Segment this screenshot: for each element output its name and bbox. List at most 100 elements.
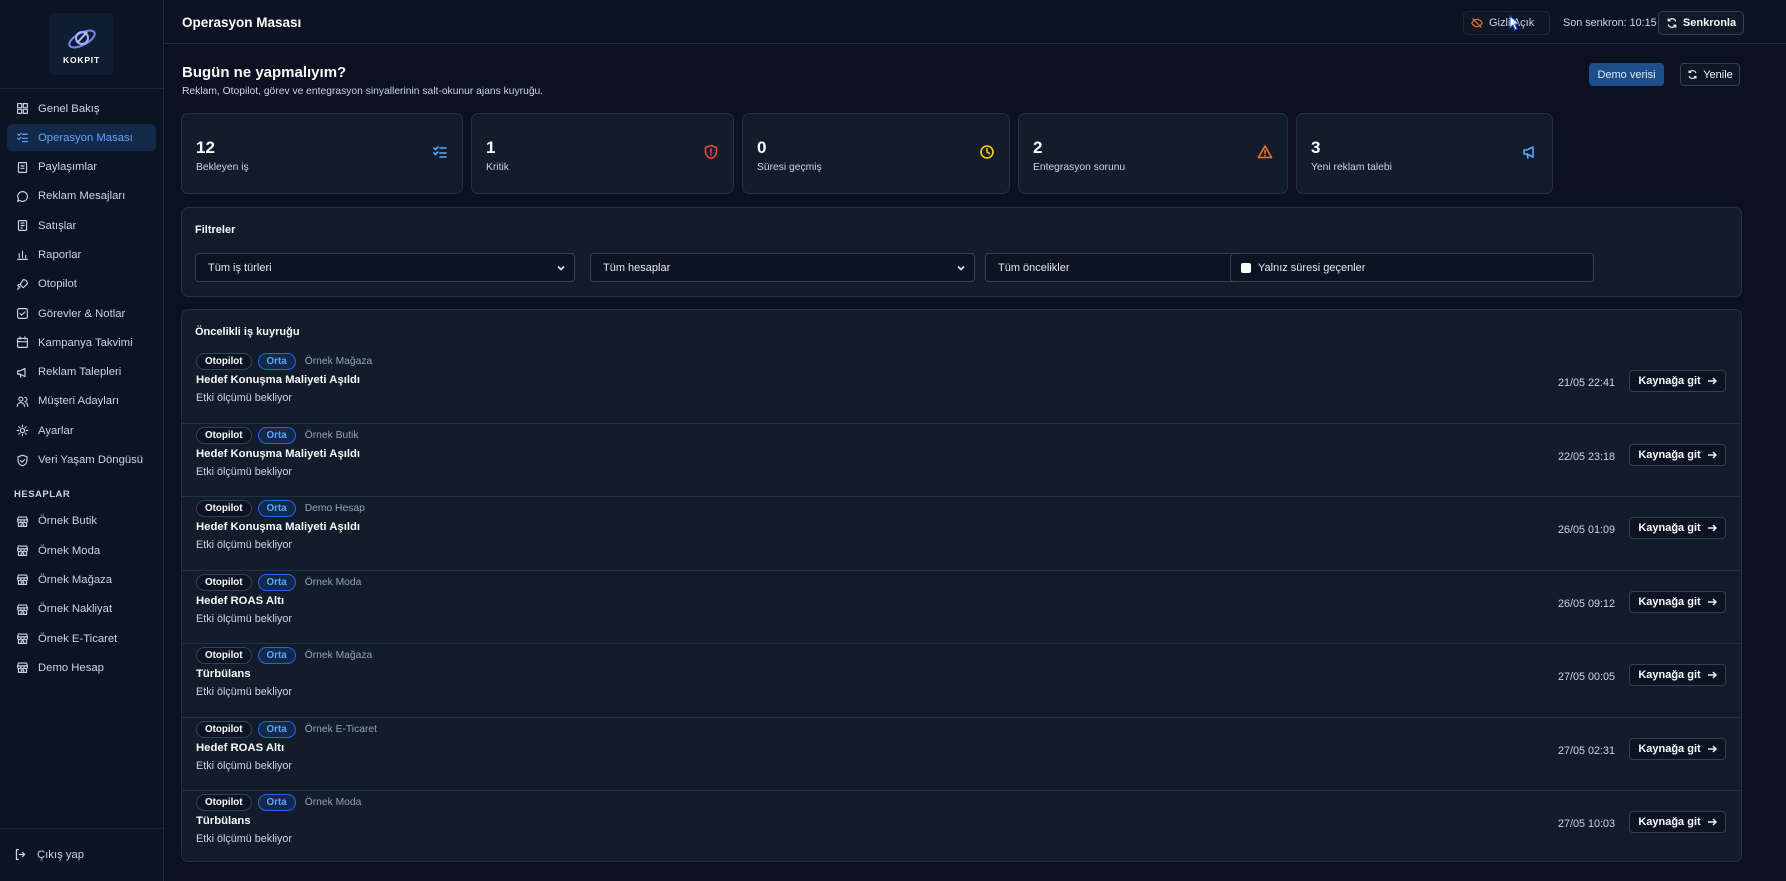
stat-card[interactable]: 3 Yeni reklam talebi bbox=[1296, 113, 1553, 194]
sidebar-item-label: Müşteri Adayları bbox=[38, 395, 119, 408]
type-badge: Otopilot bbox=[196, 573, 252, 591]
stat-card[interactable]: 0 Süresi geçmiş bbox=[742, 113, 1010, 194]
queue-row: Otopilot Orta Örnek E-Ticaret Hedef ROAS Al… bbox=[182, 718, 1741, 791]
account-item[interactable]: Örnek E-Ticaret bbox=[7, 625, 156, 652]
account-item[interactable]: Örnek Nakliyat bbox=[7, 596, 156, 623]
account-item[interactable]: Örnek Butik bbox=[7, 508, 156, 535]
stat-card[interactable]: 2 Entegrasyon sorunu bbox=[1018, 113, 1288, 194]
go-to-source-button[interactable]: Kaynağa git bbox=[1629, 443, 1726, 466]
accounts-section-label: HESAPLAR bbox=[14, 488, 71, 500]
row-status: Etki ölçümü bekliyor bbox=[196, 465, 293, 478]
row-title: Hedef Konuşma Maliyeti Aşıldı bbox=[196, 447, 361, 460]
refresh-button-label: Yenile bbox=[1703, 68, 1733, 81]
type-badge: Otopilot bbox=[196, 426, 252, 444]
stat-value: 1 bbox=[486, 138, 496, 157]
queue-row: Otopilot Orta Örnek Butik Hedef Konuşma Mal… bbox=[182, 424, 1741, 497]
row-badges: Otopilot Orta Örnek Butik bbox=[196, 426, 359, 444]
list-check-icon bbox=[15, 131, 29, 145]
accounts-select[interactable]: Tüm hesaplar bbox=[590, 253, 975, 282]
sidebar-item[interactable]: Veri Yaşam Döngüsü bbox=[7, 447, 156, 474]
checkbox-icon bbox=[15, 307, 29, 321]
priority-badge: Orta bbox=[257, 794, 296, 811]
sidebar-item[interactable]: Müşteri Adayları bbox=[7, 388, 156, 415]
row-status: Etki ölçümü bekliyor bbox=[196, 539, 293, 551]
row-badges: Otopilot Orta Örnek Mağaza bbox=[196, 647, 372, 664]
stat-card[interactable]: 12 Bekleyen iş bbox=[181, 113, 463, 194]
sidebar-item[interactable]: Ayarlar bbox=[7, 417, 156, 444]
go-to-source-label: Kaynağa git bbox=[1638, 816, 1701, 828]
sidebar-item[interactable]: Kampanya Takvimi bbox=[7, 329, 156, 356]
demo-data-button[interactable]: Demo verisi bbox=[1589, 63, 1664, 86]
row-badges: Otopilot Orta Örnek Moda bbox=[196, 573, 362, 591]
sidebar-item[interactable]: Genel Bakış bbox=[7, 95, 156, 122]
store-icon bbox=[15, 602, 29, 616]
logout-button[interactable]: Çıkış yap bbox=[0, 828, 164, 881]
account-item[interactable]: Örnek Mağaza bbox=[7, 566, 156, 593]
work-type-value: Tüm iş türleri bbox=[208, 261, 272, 274]
priority-badge: Orta bbox=[257, 500, 296, 517]
chevron-down-icon bbox=[957, 265, 965, 271]
account-item-label: Örnek Butik bbox=[38, 515, 98, 528]
overdue-only-checkbox[interactable] bbox=[1241, 262, 1251, 273]
sidebar-item-label: Reklam Talepleri bbox=[38, 366, 122, 379]
type-badge: Otopilot bbox=[196, 500, 252, 517]
logo-text: KOKPIT bbox=[63, 55, 100, 65]
sidebar-item[interactable]: Operasyon Masası bbox=[7, 124, 156, 152]
stats-row: 12 Bekleyen iş 1 Kritik 0 Süresi geçmiş 2 Enteg… bbox=[181, 113, 1742, 195]
arrow-right-icon bbox=[1707, 671, 1717, 679]
queue-title: Öncelikli iş kuyruğu bbox=[195, 326, 300, 338]
filters-title: Filtreler bbox=[195, 224, 236, 236]
sidebar-item-label: Operasyon Masası bbox=[38, 131, 133, 144]
megaphone-icon bbox=[15, 365, 29, 379]
sidebar-item[interactable]: Satışlar bbox=[7, 212, 156, 239]
type-badge: Otopilot bbox=[196, 353, 252, 370]
go-to-source-button[interactable]: Kaynağa git bbox=[1629, 370, 1726, 392]
shield-alert-icon bbox=[703, 144, 719, 160]
sidebar-item[interactable]: Paylaşımlar bbox=[7, 154, 156, 181]
main-content: Bugün ne yapmalıyım? Reklam, Otopilot, g… bbox=[164, 44, 1786, 881]
sidebar-item[interactable]: Reklam Talepleri bbox=[7, 359, 156, 386]
go-to-source-button[interactable]: Kaynağa git bbox=[1629, 811, 1726, 833]
stat-label: Yeni reklam talebi bbox=[1311, 162, 1392, 173]
arrow-right-icon bbox=[1707, 598, 1717, 605]
account-item-label: Örnek Moda bbox=[38, 544, 101, 557]
go-to-source-button[interactable]: Kaynağa git bbox=[1629, 517, 1726, 539]
account-item[interactable]: Örnek Moda bbox=[7, 537, 156, 564]
go-to-source-label: Kaynağa git bbox=[1638, 375, 1701, 387]
go-to-source-label: Kaynağa git bbox=[1638, 742, 1701, 755]
row-date: 27/05 02:31 bbox=[1557, 744, 1615, 757]
sync-button[interactable]: Senkronla bbox=[1658, 11, 1744, 35]
work-type-select[interactable]: Tüm iş türleri bbox=[195, 253, 575, 282]
sidebar-item[interactable]: Otopilot bbox=[7, 271, 156, 298]
row-date: 22/05 23:18 bbox=[1557, 450, 1615, 463]
row-title: Türbülans bbox=[196, 668, 251, 680]
go-to-source-button[interactable]: Kaynağa git bbox=[1629, 664, 1726, 686]
queue-row: Otopilot Orta Örnek Moda Türbülans Etki ölçü… bbox=[182, 791, 1741, 861]
refresh-button[interactable]: Yenile bbox=[1680, 63, 1740, 86]
users-icon bbox=[15, 394, 29, 408]
stat-card[interactable]: 1 Kritik bbox=[471, 113, 734, 194]
page-title: Bugün ne yapmalıyım? bbox=[182, 64, 347, 81]
account-item[interactable]: Demo Hesap bbox=[7, 654, 156, 681]
chevron-down-icon bbox=[557, 265, 565, 271]
store-icon bbox=[15, 544, 29, 558]
app-logo[interactable]: KOKPIT bbox=[49, 13, 114, 75]
stat-label: Süresi geçmiş bbox=[757, 162, 822, 173]
filters-panel: Filtreler Tüm iş türleri Tüm hesaplar Tü… bbox=[181, 207, 1742, 297]
row-badges: Otopilot Orta Örnek E-Ticaret bbox=[196, 720, 377, 738]
sidebar-item[interactable]: Reklam Mesajları bbox=[7, 183, 156, 210]
privacy-toggle-button[interactable]: Gizli Açık bbox=[1463, 11, 1550, 35]
refresh-icon bbox=[1688, 70, 1697, 79]
clock-icon bbox=[979, 144, 995, 160]
page-subtitle: Reklam, Otopilot, görev ve entegrasyon s… bbox=[182, 86, 544, 97]
overdue-only-filter[interactable]: Yalnız süresi geçenler bbox=[1230, 253, 1594, 282]
go-to-source-button[interactable]: Kaynağa git bbox=[1629, 737, 1726, 760]
sidebar-item-label: Kampanya Takvimi bbox=[38, 336, 133, 349]
sidebar-item[interactable]: Raporlar bbox=[7, 241, 156, 268]
go-to-source-button[interactable]: Kaynağa git bbox=[1629, 590, 1726, 613]
priority-queue-panel: Öncelikli iş kuyruğu Otopilot Orta Örnek M… bbox=[181, 309, 1742, 862]
sidebar-item[interactable]: Görevler & Notlar bbox=[7, 300, 156, 327]
row-account: Örnek Moda bbox=[304, 576, 362, 588]
logout-label: Çıkış yap bbox=[37, 849, 85, 861]
arrow-right-icon bbox=[1707, 377, 1717, 385]
